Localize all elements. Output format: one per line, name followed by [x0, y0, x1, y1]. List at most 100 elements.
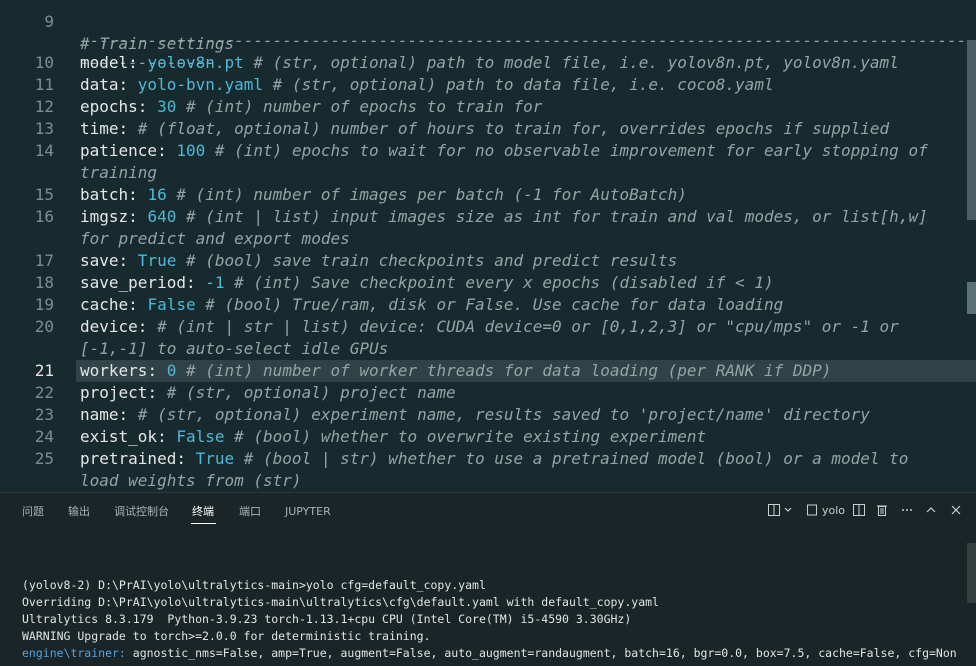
yaml-comment-wrap: training — [80, 163, 158, 182]
code-text: cache: False # (bool) True/ram, disk or … — [80, 294, 783, 316]
colon: : — [128, 185, 148, 204]
colon: : — [118, 251, 138, 270]
bottom-panel: 问题 输出 调试控制台 终端 端口 JUPYTER yolo (yolov8-2… — [0, 492, 976, 666]
close-icon[interactable] — [950, 503, 962, 519]
yaml-key: save — [80, 251, 119, 270]
colon: : — [147, 383, 167, 402]
line-number: 20 — [34, 317, 54, 336]
editor-line-10: 10 model: yolov8n.pt # (str, optional) pa… — [0, 52, 976, 74]
colon: : — [147, 361, 167, 380]
editor-line-16: 16 imgsz: 640 # (int | list) input images… — [0, 206, 976, 228]
yaml-comment: # (int) epochs to wait for no observable… — [214, 141, 928, 160]
line-number: 24 — [34, 427, 54, 446]
terminal-scrollbar[interactable] — [967, 543, 976, 603]
yaml-comment: # (int) Save checkpoint every x epochs (… — [234, 273, 774, 292]
yaml-comment: # (int) number of worker threads for dat… — [185, 361, 832, 380]
editor-line-23: 23 name: # (str, optional) experiment nam… — [0, 404, 976, 426]
colon: : — [157, 141, 177, 160]
yaml-comment: # (str, optional) experiment name, resul… — [137, 405, 870, 424]
split-panel-icon[interactable] — [852, 503, 866, 519]
code-text: device: # (int | str | list) device: CUD… — [80, 316, 899, 338]
code-text: imgsz: 640 # (int | list) input images s… — [80, 206, 928, 228]
tab-output[interactable]: 输出 — [68, 503, 90, 521]
code-text: workers: 0 # (int) number of worker thre… — [80, 360, 831, 382]
terminal-name[interactable]: yolo — [822, 503, 845, 519]
active-tab-indicator — [191, 523, 216, 524]
yaml-value: -1 — [205, 273, 225, 292]
yaml-comment: # (str, optional) path to data file, i.e… — [272, 75, 774, 94]
line-number: 25 — [34, 449, 54, 468]
tab-terminal[interactable]: 终端 — [192, 503, 214, 521]
trash-icon[interactable] — [876, 503, 888, 519]
line-number: 19 — [34, 295, 54, 314]
editor-line-15: 15 batch: 16 # (int) number of images per… — [0, 184, 976, 206]
tab-jupyter[interactable]: JUPYTER — [285, 503, 331, 521]
editor-divider: ----------------------------------------… — [0, 8, 976, 50]
yaml-key: time — [80, 119, 119, 138]
code-text: name: # (str, optional) experiment name,… — [80, 404, 870, 426]
colon: : — [128, 295, 148, 314]
chevron-up-icon[interactable] — [925, 503, 937, 519]
yaml-value: 16 — [147, 185, 167, 204]
editor-line-12: 12 epochs: 30 # (int) number of epochs to… — [0, 96, 976, 118]
line-number: 22 — [34, 383, 54, 402]
line-number: 17 — [34, 251, 54, 270]
editor-line-22: 22 project: # (str, optional) project nam… — [0, 382, 976, 404]
line-number: 12 — [34, 97, 54, 116]
yaml-value: 640 — [147, 207, 177, 226]
yaml-key: exist_ok — [80, 427, 158, 446]
yaml-key: model — [80, 53, 129, 72]
colon: : — [128, 53, 148, 72]
editor-line-24: 24 exist_ok: False # (bool) whether to ov… — [0, 426, 976, 448]
yaml-value: 0 — [166, 361, 177, 380]
editor-line-13: 13 time: # (float, optional) number of ho… — [0, 118, 976, 140]
split-terminal-icon[interactable] — [767, 503, 781, 519]
yaml-key: data — [80, 75, 119, 94]
colon: : — [118, 119, 138, 138]
code-text: exist_ok: False # (bool) whether to over… — [80, 426, 706, 448]
yaml-value: True — [195, 449, 235, 468]
terminal-line: (yolov8-2) D:\PrAI\yolo\ultralytics-main… — [22, 578, 486, 592]
yaml-value: False — [147, 295, 196, 314]
code-text: patience: 100 # (int) epochs to wait for… — [80, 140, 928, 162]
tab-problems[interactable]: 问题 — [22, 503, 44, 521]
colon: : — [185, 273, 206, 292]
yaml-value: True — [137, 251, 177, 270]
tab-ports[interactable]: 端口 — [239, 503, 261, 521]
tab-debug-console[interactable]: 调试控制台 — [114, 503, 169, 521]
code-text: save_period: -1 # (int) Save checkpoint … — [80, 272, 774, 294]
yaml-comment: # (bool) whether to overwrite existing e… — [234, 427, 707, 446]
code-text: time: # (float, optional) number of hour… — [80, 118, 889, 140]
line-number: 16 — [34, 207, 54, 226]
code-editor[interactable]: 9 # Train settings ---------------------… — [0, 0, 976, 492]
more-icon[interactable] — [900, 503, 914, 519]
colon: : — [157, 427, 177, 446]
yaml-key: patience — [80, 141, 158, 160]
editor-line-14: 14 patience: 100 # (int) epochs to wait f… — [0, 140, 976, 162]
terminal-icon — [806, 503, 818, 519]
terminal-line: Overriding D:\PrAI\yolo\ultralytics-main… — [22, 595, 659, 609]
yaml-key: save_period — [80, 273, 186, 292]
colon: : — [137, 317, 158, 336]
terminal-line: Ultralytics 8.3.179 Python-3.9.23 torch-… — [22, 612, 632, 626]
editor-line-11: 11 data: yolo-bvn.yaml # (str, optional) … — [0, 74, 976, 96]
yaml-comment-wrap: [-1,-1] to auto-select idle GPUs — [80, 339, 389, 358]
yaml-key: cache — [80, 295, 129, 314]
editor-line-wrap: load weights from (str) — [0, 470, 976, 492]
line-number: 10 — [34, 53, 54, 72]
colon: : — [118, 405, 138, 424]
yaml-comment: # (int | list) input images size as int … — [185, 207, 928, 226]
editor-line-25: 25 pretrained: True # (bool | str) whethe… — [0, 448, 976, 470]
yaml-key: imgsz — [80, 207, 129, 226]
code-text: save: True # (bool) save train checkpoin… — [80, 250, 677, 272]
yaml-comment: # (str, optional) project name — [166, 383, 456, 402]
yaml-comment: # (bool | str) whether to use a pretrain… — [243, 449, 909, 468]
colon: : — [176, 449, 196, 468]
editor-divider-wrap: -------------- — [0, 30, 976, 72]
chevron-down-icon[interactable] — [783, 503, 793, 519]
line-number: 15 — [34, 185, 54, 204]
editor-line-wrap: for predict and export modes — [0, 228, 976, 250]
yaml-comment-wrap: load weights from (str) — [80, 471, 302, 490]
yaml-value: False — [176, 427, 225, 446]
yaml-value: yolov8n.pt — [147, 53, 244, 72]
